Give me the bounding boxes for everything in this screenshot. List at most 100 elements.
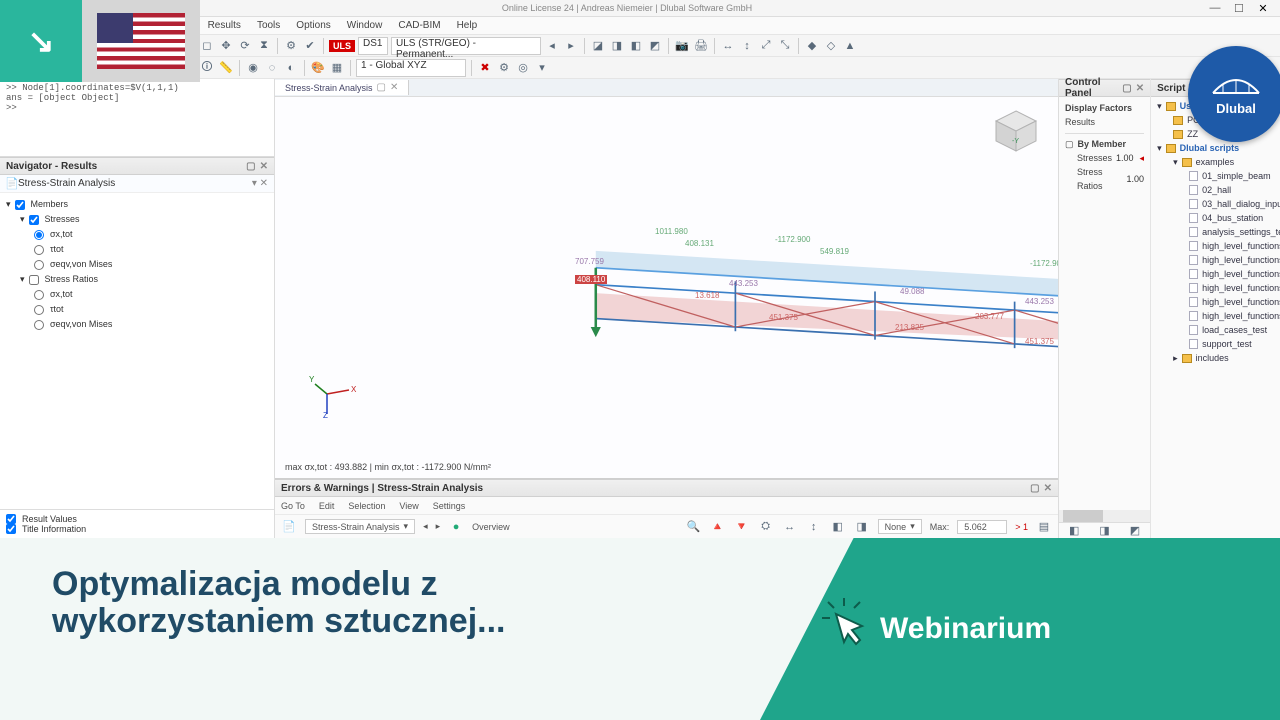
tree-r3[interactable]: σeqv,von Mises (50, 317, 112, 332)
ew-selection[interactable]: Selection (348, 501, 385, 511)
ew-pin-icon[interactable]: ▢ (1030, 483, 1039, 494)
misc1-icon[interactable]: ◆ (804, 38, 820, 54)
navigator-tree[interactable]: ▾Members ▾Stresses σx,tot τtot σeqv,von … (0, 193, 274, 336)
display-icon[interactable]: ▦ (329, 60, 345, 76)
menu-tools[interactable]: Tools (257, 20, 280, 31)
ew-settings[interactable]: Settings (433, 501, 466, 511)
ew-none-select[interactable]: None ▾ (878, 519, 922, 534)
cp-by-member[interactable]: By Member (1078, 137, 1127, 151)
prev-icon[interactable]: ◂ (544, 38, 560, 54)
ew-tab-select[interactable]: Stress-Strain Analysis ▾ (305, 519, 415, 534)
ew-i7[interactable]: ◧ (830, 519, 846, 535)
shade-icon[interactable]: ◐ (283, 60, 299, 76)
color-icon[interactable]: 🎨 (310, 60, 326, 76)
errors-toolbar: Go To Edit Selection View Settings (275, 497, 1058, 515)
next-icon[interactable]: ▸ (563, 38, 579, 54)
ew-next[interactable]: ▸ (436, 521, 441, 532)
opt-title-info[interactable]: Title Information (22, 524, 86, 534)
select-icon[interactable]: ◻ (199, 38, 215, 54)
ew-flag-icon[interactable]: ▤ (1036, 519, 1052, 535)
dim2-icon[interactable]: ↕ (739, 38, 755, 54)
svg-text:-Y: -Y (1012, 138, 1019, 145)
expand-icon[interactable]: ▾ (534, 60, 550, 76)
ew-edit[interactable]: Edit (319, 501, 335, 511)
ew-max-value[interactable]: 5.062 (957, 520, 1007, 534)
maximize-button[interactable]: ☐ (1228, 1, 1250, 16)
close-button[interactable]: ✕ (1252, 1, 1274, 16)
rotate-icon[interactable]: ⟳ (237, 38, 253, 54)
camera-icon[interactable]: 📷 (674, 38, 690, 54)
ew-i8[interactable]: ◨ (854, 519, 870, 535)
tree-r2[interactable]: τtot (50, 302, 64, 317)
script-console[interactable]: >> Node[1].coordinates=$V(1,1,1) ans = [… (0, 79, 274, 157)
gear-icon[interactable]: ⚙ (496, 60, 512, 76)
persp-icon[interactable]: ◩ (647, 38, 663, 54)
isoview-icon[interactable]: ◪ (590, 38, 606, 54)
model-viewport[interactable]: -Y (275, 97, 1058, 478)
tab-close-icon[interactable]: ✕ (390, 82, 398, 93)
tree-s3[interactable]: σeqv,von Mises (50, 257, 112, 272)
check-icon[interactable]: ✔ (302, 38, 318, 54)
load-combo-select[interactable]: ULS (STR/GEO) - Permanent... (391, 37, 541, 55)
tree-r1[interactable]: σx,tot (50, 287, 73, 302)
menu-help[interactable]: Help (457, 20, 478, 31)
target-icon[interactable]: ◎ (515, 60, 531, 76)
ew-i6[interactable]: ↕ (806, 519, 822, 535)
cp-close-icon[interactable]: ✕ (1136, 83, 1144, 94)
mirror-icon[interactable]: ⧗ (256, 38, 272, 54)
navigator-subtab[interactable]: 📄 Stress-Strain Analysis ▾ ✕ (0, 175, 274, 193)
ew-i1[interactable]: 🔍 (686, 519, 702, 535)
cp-tab2-icon[interactable]: ◨ (1097, 523, 1113, 539)
tab-pin-icon[interactable]: ▢ (377, 82, 386, 93)
menu-options[interactable]: Options (296, 20, 330, 31)
nav-pin-icon[interactable]: ▢ (246, 161, 255, 172)
opt-result-values[interactable]: Result Values (22, 514, 77, 524)
nav-close-icon[interactable]: ✕ (260, 161, 268, 172)
ew-goto[interactable]: Go To (281, 501, 305, 511)
dim4-icon[interactable]: ⤡ (777, 38, 793, 54)
cp-tab1-icon[interactable]: ◧ (1066, 523, 1082, 539)
menu-cad-bim[interactable]: CAD-BIM (398, 20, 440, 31)
cp-stresses-val[interactable]: 1.00 (1116, 151, 1134, 165)
ds-select[interactable]: DS1 (358, 37, 388, 55)
uls-badge[interactable]: ULS (329, 40, 355, 52)
dim-icon[interactable]: ↔ (720, 38, 736, 54)
cp-scroll[interactable] (1059, 510, 1150, 522)
tree-members[interactable]: Members (31, 197, 69, 212)
wireframe-icon[interactable]: ◌ (264, 60, 280, 76)
doc-tab-stress-strain[interactable]: Stress-Strain Analysis ▢ ✕ (275, 80, 409, 95)
minimize-button[interactable]: — (1204, 1, 1226, 16)
ew-view[interactable]: View (399, 501, 418, 511)
menu-results[interactable]: Results (208, 20, 241, 31)
tree-stresses[interactable]: Stresses (45, 212, 80, 227)
info-icon[interactable]: 🛈 (199, 60, 215, 76)
ew-prev[interactable]: ◂ (423, 521, 428, 532)
ew-overview[interactable]: Overview (472, 522, 510, 532)
ew-i4[interactable]: ⛭ (758, 519, 774, 535)
ew-i5[interactable]: ↔ (782, 519, 798, 535)
axo-icon[interactable]: ◧ (628, 38, 644, 54)
dim3-icon[interactable]: ⤢ (758, 38, 774, 54)
ew-i2[interactable]: 🔺 (710, 519, 726, 535)
language-badge[interactable]: ↘ (0, 0, 200, 82)
misc2-icon[interactable]: ◇ (823, 38, 839, 54)
ew-close-icon[interactable]: ✕ (1044, 483, 1052, 494)
tree-s2[interactable]: τtot (50, 242, 64, 257)
view-cube[interactable]: -Y (992, 107, 1040, 155)
measure-icon[interactable]: 📏 (218, 60, 234, 76)
ew-i3[interactable]: 🔻 (734, 519, 750, 535)
move-icon[interactable]: ✥ (218, 38, 234, 54)
cp-pin-icon[interactable]: ▢ (1122, 83, 1131, 94)
calc-icon[interactable]: ⚙ (283, 38, 299, 54)
3d-icon[interactable]: ◨ (609, 38, 625, 54)
menu-window[interactable]: Window (347, 20, 383, 31)
tree-stress-ratios[interactable]: Stress Ratios (45, 272, 99, 287)
cp-tab3-icon[interactable]: ◩ (1127, 523, 1143, 539)
view-select[interactable]: 1 - Global XYZ (356, 59, 466, 77)
render-icon[interactable]: ◉ (245, 60, 261, 76)
delete-icon[interactable]: ✖ (477, 60, 493, 76)
cp-stress-ratios-val[interactable]: 1.00 (1127, 172, 1145, 186)
misc3-icon[interactable]: ▲ (842, 38, 858, 54)
tree-s1[interactable]: σx,tot (50, 227, 73, 242)
print-icon[interactable]: 🖨 (693, 38, 709, 54)
